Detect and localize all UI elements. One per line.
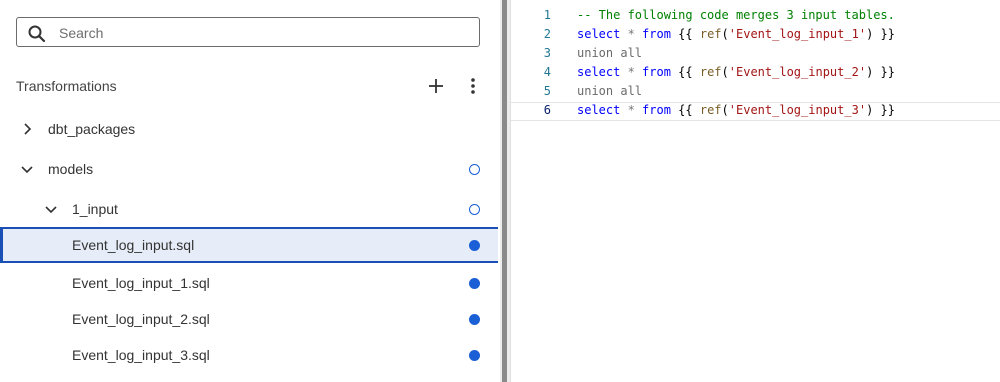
- line-number: 6: [543, 103, 551, 117]
- code-text[interactable]: select * from {{ ref('Event_log_input_1'…: [577, 27, 895, 41]
- code-token: 'Event_log_input_2': [728, 65, 867, 79]
- status-open-circle-icon: [469, 164, 480, 175]
- code-token: {{: [670, 103, 700, 117]
- code-token: ) }}: [866, 27, 895, 41]
- line-number: 3: [543, 46, 551, 60]
- code-token: ref: [699, 27, 722, 41]
- tree-item-1-input[interactable]: 1_input: [0, 191, 498, 227]
- code-token: select: [577, 103, 621, 117]
- code-token: select: [577, 65, 621, 79]
- code-token: union all: [577, 46, 643, 60]
- code-editor[interactable]: 1 -- The following code merges 3 input ta…: [510, 0, 1000, 382]
- line-number: 5: [543, 84, 551, 98]
- code-line[interactable]: 6 select * from {{ ref('Event_log_input_3…: [511, 102, 1000, 121]
- panel-splitter[interactable]: [500, 0, 510, 382]
- tree-item-label: Event_log_input_1.sql: [72, 275, 210, 291]
- status-filled-circle-icon: [469, 278, 480, 289]
- code-token: *: [620, 27, 643, 41]
- tree-item-event-log-input-3-sql[interactable]: Event_log_input_3.sql: [0, 337, 498, 373]
- status-filled-circle-icon: [469, 350, 480, 361]
- code-token: *: [620, 103, 643, 117]
- status-open-circle-icon: [469, 204, 480, 215]
- plus-icon[interactable]: [426, 76, 446, 96]
- line-number: 2: [543, 27, 551, 41]
- code-token: from: [642, 27, 671, 41]
- code-token: -- The following code merges 3 input tab…: [577, 8, 895, 22]
- line-number: 1: [543, 8, 551, 22]
- code-text[interactable]: select * from {{ ref('Event_log_input_3'…: [577, 103, 895, 117]
- tree-item-label: Event_log_input_3.sql: [72, 347, 210, 363]
- code-token: ) }}: [866, 65, 895, 79]
- section-title: Transformations: [16, 78, 117, 94]
- code-token: 'Event_log_input_3': [728, 103, 867, 117]
- code-line[interactable]: 5 union all: [511, 83, 1000, 102]
- code-line[interactable]: 4 select * from {{ ref('Event_log_input_2…: [511, 64, 1000, 83]
- tree-item-label: Event_log_input_2.sql: [72, 311, 210, 327]
- tree-item-label: models: [48, 161, 94, 177]
- tree-item-event-log-input-1-sql[interactable]: Event_log_input_1.sql: [0, 265, 498, 301]
- code-token: union all: [577, 84, 643, 98]
- code-text[interactable]: select * from {{ ref('Event_log_input_2'…: [577, 65, 895, 79]
- code-line[interactable]: 3 union all: [511, 45, 1000, 64]
- code-token: ref: [699, 65, 722, 79]
- code-token: {{: [670, 65, 700, 79]
- tree-item-dbt-packages[interactable]: dbt_packages: [0, 111, 498, 147]
- code-token: *: [620, 65, 643, 79]
- tree-item-label: dbt_packages: [48, 121, 136, 137]
- code-token: (: [721, 65, 729, 79]
- code-line[interactable]: 1 -- The following code merges 3 input ta…: [511, 7, 1000, 26]
- tree-item-models[interactable]: models: [0, 151, 498, 187]
- status-filled-circle-icon: [469, 240, 480, 251]
- tree-item-label: 1_input: [72, 201, 118, 217]
- code-token: (: [721, 27, 729, 41]
- code-token: from: [642, 65, 671, 79]
- code-token: 'Event_log_input_1': [728, 27, 867, 41]
- code-token: ) }}: [866, 103, 895, 117]
- search-icon: [28, 25, 46, 43]
- chevron-right-icon[interactable]: [20, 122, 34, 136]
- sidebar: Transformations dbt_packages models 1_in…: [0, 0, 500, 382]
- chevron-down-icon[interactable]: [44, 202, 58, 216]
- chevron-down-icon[interactable]: [20, 162, 34, 176]
- code-token: select: [577, 27, 621, 41]
- code-token: {{: [670, 27, 700, 41]
- tree-item-event-log-input-sql[interactable]: Event_log_input.sql: [0, 227, 498, 263]
- code-text[interactable]: -- The following code merges 3 input tab…: [577, 8, 895, 22]
- code-text[interactable]: union all: [577, 46, 642, 60]
- search-input[interactable]: [57, 22, 471, 44]
- line-number: 4: [543, 65, 551, 79]
- vertical-ellipsis-icon[interactable]: [463, 76, 483, 96]
- code-token: ref: [699, 103, 722, 117]
- tree-item-label: Event_log_input.sql: [72, 237, 195, 253]
- code-text[interactable]: union all: [577, 84, 642, 98]
- code-line[interactable]: 2 select * from {{ ref('Event_log_input_1…: [511, 26, 1000, 45]
- code-token: from: [642, 103, 671, 117]
- search-box[interactable]: [16, 17, 480, 47]
- status-filled-circle-icon: [469, 314, 480, 325]
- splitter-handle[interactable]: [502, 0, 507, 382]
- code-token: (: [721, 103, 729, 117]
- tree-item-event-log-input-2-sql[interactable]: Event_log_input_2.sql: [0, 301, 498, 337]
